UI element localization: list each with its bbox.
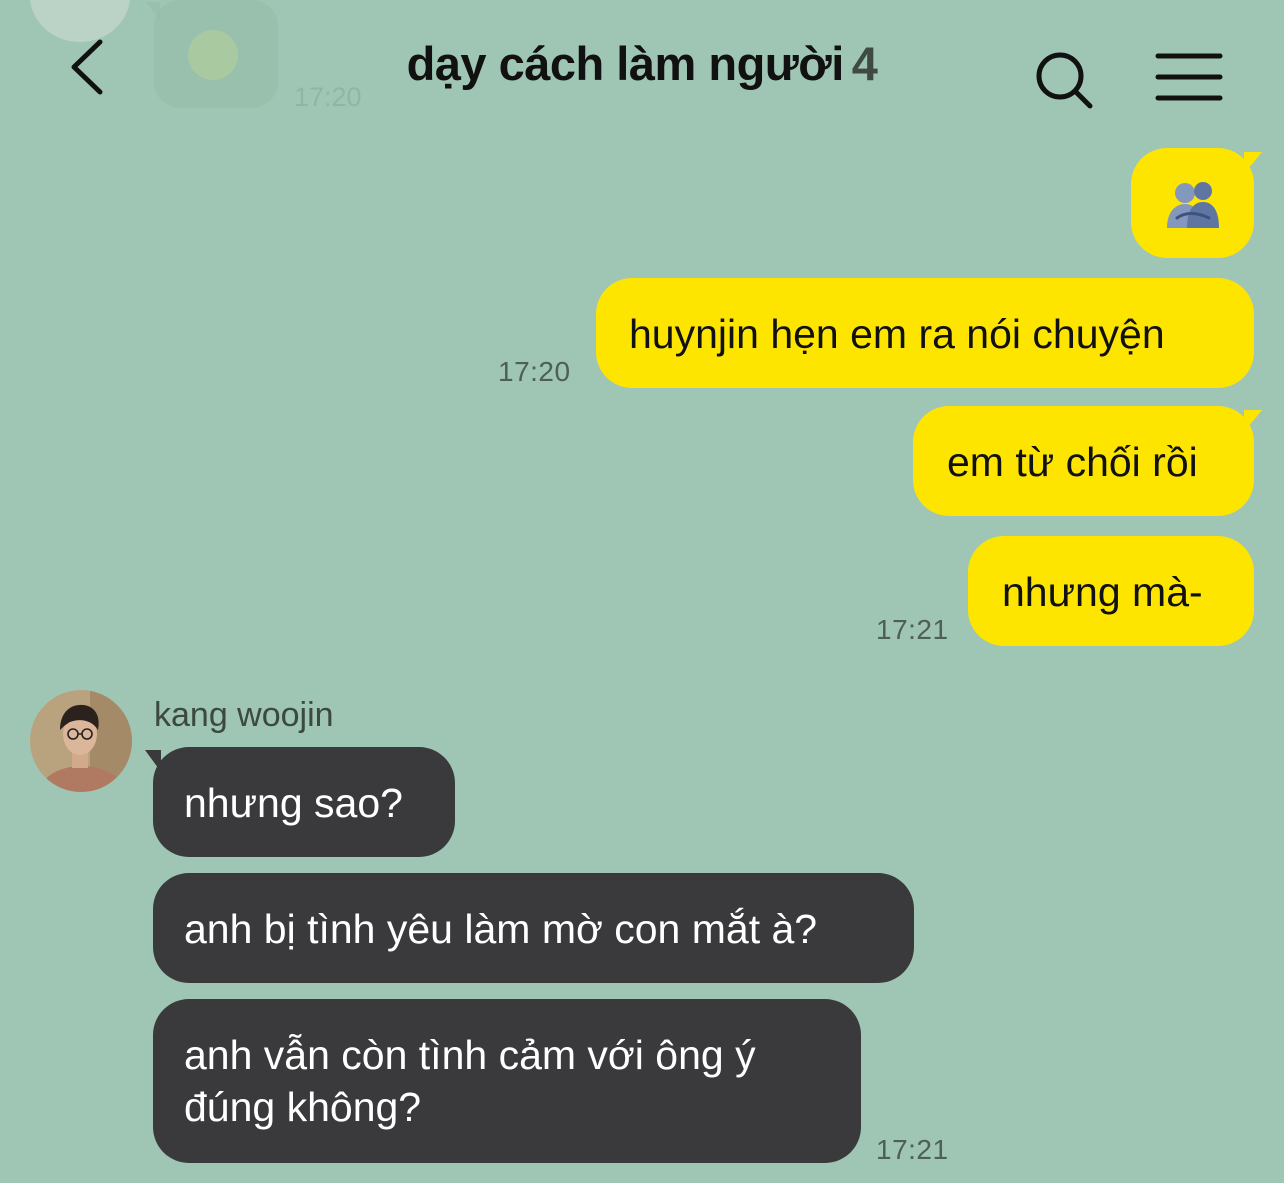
message-time: 17:20 (498, 356, 571, 387)
avatar[interactable] (30, 690, 132, 792)
message-text: nhưng sao? (184, 780, 403, 826)
hug-emoji-icon (1167, 182, 1219, 228)
message-bubble[interactable]: nhưng mà- (968, 536, 1254, 646)
message-bubble[interactable]: nhưng sao? (153, 747, 455, 857)
member-count: 4 (851, 37, 878, 90)
message-text-line1: anh vẫn còn tình cảm với ông ý (184, 1032, 756, 1078)
search-icon (1036, 52, 1093, 109)
profile-photo (30, 690, 132, 792)
message-bubble[interactable]: huynjin hẹn em ra nói chuyện (596, 278, 1254, 388)
search-button[interactable] (1030, 46, 1100, 112)
sender-name: kang woojin (154, 696, 334, 734)
message-bubble[interactable]: em từ chối rồi (913, 406, 1254, 516)
emoji-message-bubble[interactable] (1131, 148, 1254, 258)
message-text-line2: đúng không? (184, 1084, 422, 1130)
message-bubble[interactable]: anh bị tình yêu làm mờ con mắt à? (153, 873, 914, 983)
message-text: em từ chối rồi (947, 439, 1198, 485)
menu-button[interactable] (1152, 48, 1226, 106)
message-time: 17:21 (876, 614, 949, 645)
hamburger-menu-icon (1155, 53, 1223, 101)
chat-name: dạy cách làm người (406, 37, 845, 90)
message-text: anh bị tình yêu làm mờ con mắt à? (184, 906, 818, 952)
message-text: huynjin hẹn em ra nói chuyện (629, 311, 1165, 357)
message-bubble[interactable]: anh vẫn còn tình cảm với ông ý đúng khôn… (153, 999, 861, 1163)
message-text: nhưng mà- (1002, 569, 1203, 615)
message-time: 17:21 (876, 1134, 949, 1165)
